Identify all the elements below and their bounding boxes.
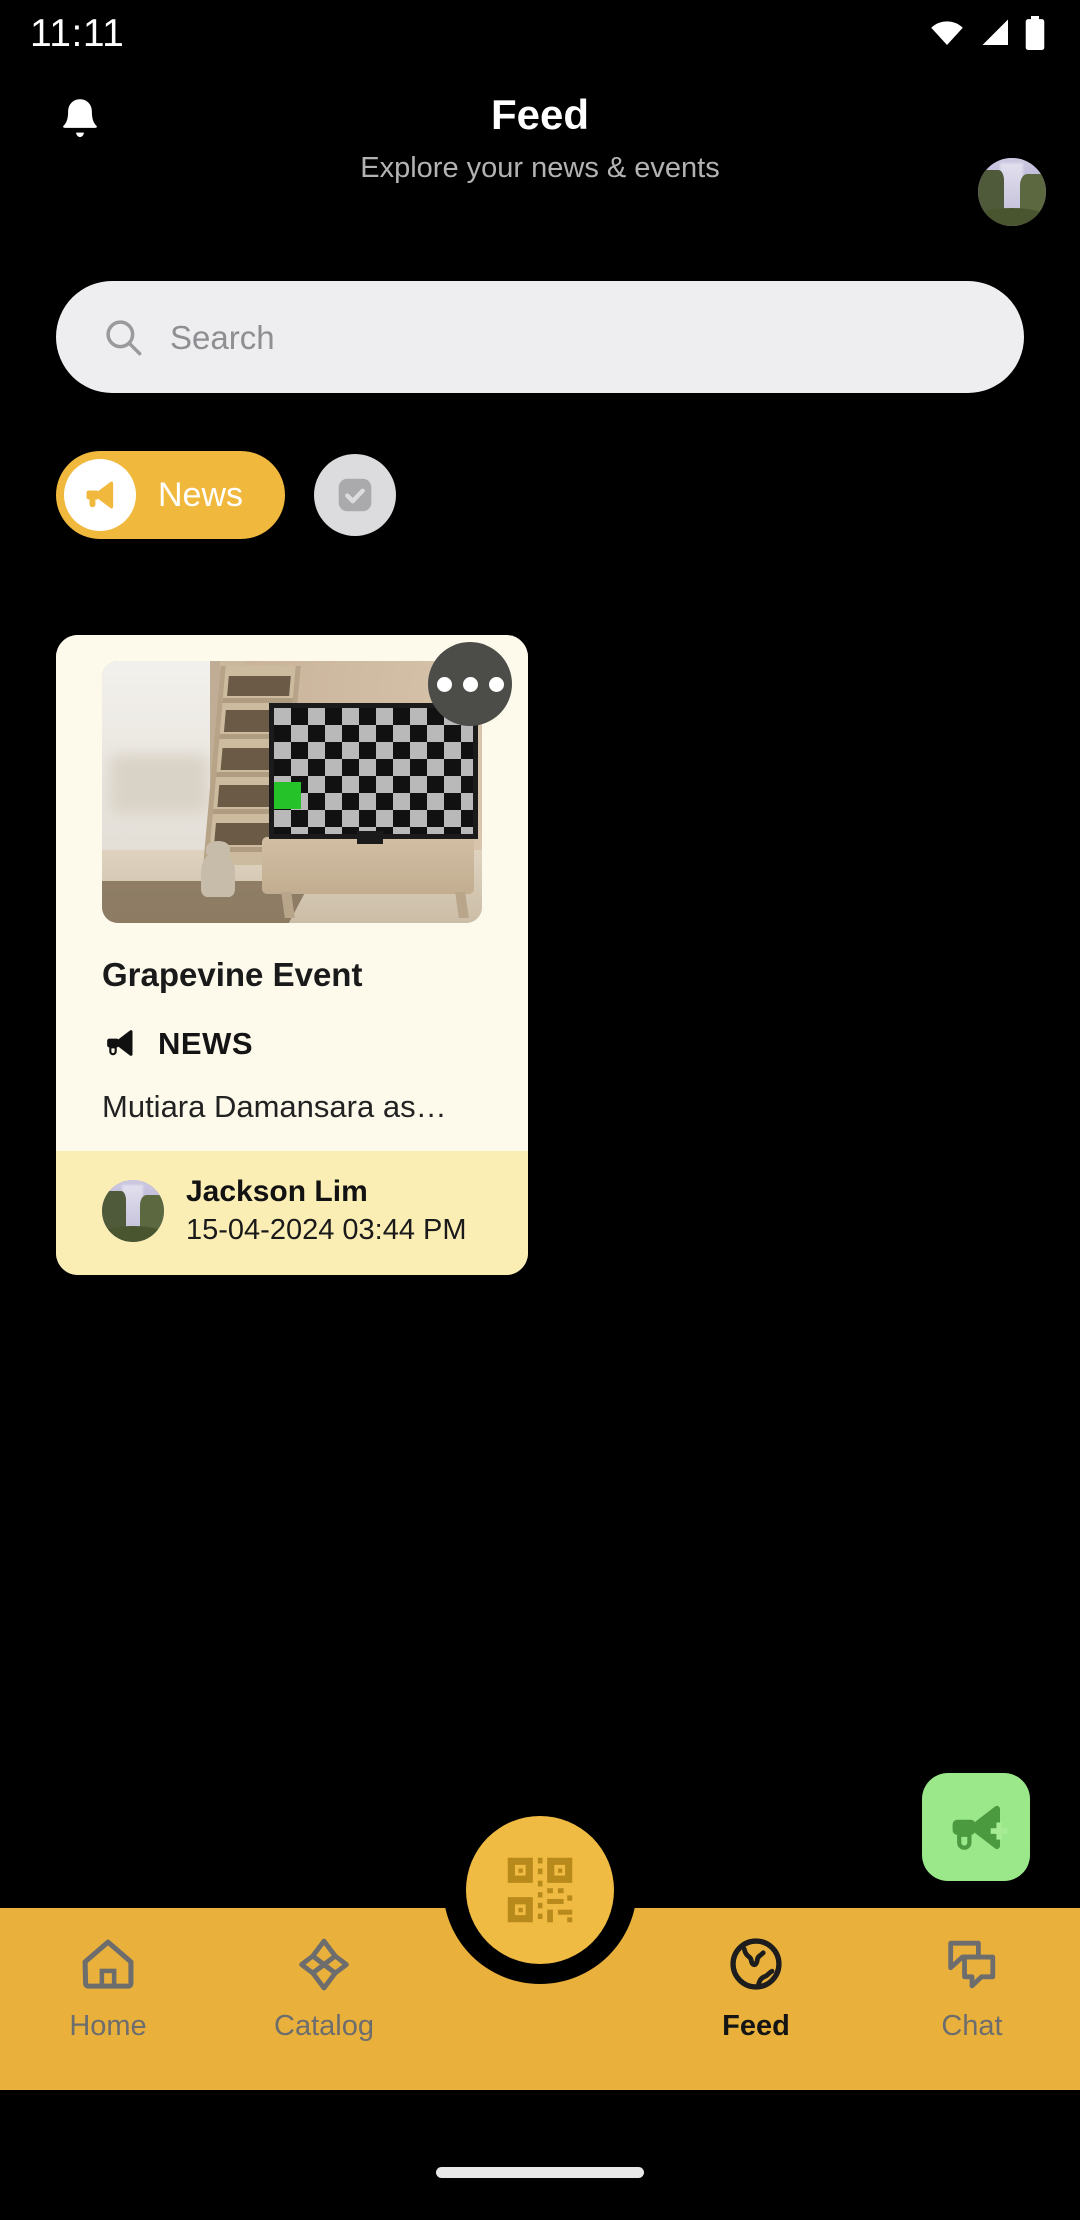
megaphone-plus-icon (952, 1805, 1008, 1850)
filter-chip-events[interactable] (314, 454, 397, 536)
qr-code-icon (507, 1857, 573, 1923)
battery-icon (1025, 16, 1045, 50)
feed-card-more-button[interactable] (428, 642, 512, 726)
home-icon (82, 1939, 134, 1989)
filter-chips: News (56, 451, 397, 539)
feed-card-title: Grapevine Event (102, 956, 363, 993)
avatar-image (102, 1179, 164, 1242)
feed-card-body: Grapevine Event NEWS Mutiara Damansara a… (56, 635, 528, 1151)
qr-scan-fab[interactable] (466, 1816, 614, 1964)
feed-card-footer: Jackson Lim 15-04-2024 03:44 PM (56, 1150, 528, 1275)
nav-item-chat[interactable]: Chat (864, 1932, 1080, 2041)
calendar-check-icon (338, 478, 372, 512)
more-horizontal-icon (488, 676, 504, 692)
app-header: Feed Explore your news & events (0, 66, 1080, 226)
search-placeholder: Search (170, 318, 275, 356)
thumbnail-image (102, 661, 482, 923)
megaphone-icon (86, 481, 114, 509)
globe-icon (730, 1938, 782, 1990)
feed-card-thumbnail[interactable] (102, 661, 482, 923)
nav-item-home-label: Home (69, 2010, 147, 2042)
feed-card[interactable]: Grapevine Event NEWS Mutiara Damansara a… (56, 635, 528, 1275)
app-screen: 11:11 Feed Explore your news & events Se… (0, 0, 1080, 2220)
feed-card-author-meta: Jackson Lim 15-04-2024 03:44 PM (186, 1173, 467, 1249)
megaphone-icon (107, 1030, 133, 1057)
feed-card-tag-label: NEWS (158, 1025, 253, 1061)
filter-chip-news-label: News (158, 476, 244, 514)
feed-card-author-name: Jackson Lim (186, 1174, 368, 1208)
status-bar: 11:11 (0, 0, 1080, 66)
diamond-grid-icon (299, 1938, 349, 1991)
chip-news-icon-circle (64, 459, 136, 531)
chat-bubbles-icon (948, 1940, 996, 1989)
nav-item-chat-label: Chat (941, 2010, 1003, 2042)
page-subtitle: Explore your news & events (360, 152, 720, 184)
create-news-fab[interactable] (922, 1773, 1030, 1881)
wifi-icon (931, 21, 963, 45)
page-title: Feed (490, 91, 590, 138)
cellular-signal-icon (982, 19, 1008, 45)
nav-item-catalog[interactable]: Catalog (216, 1932, 432, 2041)
more-horizontal-icon (462, 676, 478, 692)
search-icon (106, 320, 142, 356)
status-icons (929, 16, 1046, 50)
feed-card-author-avatar (102, 1179, 164, 1242)
search-input[interactable]: Search (56, 281, 1024, 393)
feed-card-tag: NEWS (100, 1023, 528, 1063)
bottom-navigation: Home Catalog Feed Chat (0, 1816, 1080, 2090)
feed-card-description: Mutiara Damansara as… (102, 1089, 447, 1125)
status-time: 11:11 (30, 11, 125, 55)
avatar-image (978, 158, 1046, 226)
nav-item-catalog-label: Catalog (274, 2010, 374, 2042)
filter-chip-news[interactable]: News (56, 451, 286, 539)
avatar[interactable] (978, 158, 1046, 226)
header-titles: Feed Explore your news & events (0, 88, 1080, 190)
nav-item-feed-label: Feed (722, 2010, 790, 2042)
nav-item-home[interactable]: Home (0, 1932, 216, 2041)
gesture-home-indicator[interactable] (436, 2167, 644, 2178)
more-horizontal-icon (436, 676, 452, 692)
nav-item-feed[interactable]: Feed (648, 1932, 864, 2041)
feed-card-timestamp: 15-04-2024 03:44 PM (186, 1213, 467, 1246)
